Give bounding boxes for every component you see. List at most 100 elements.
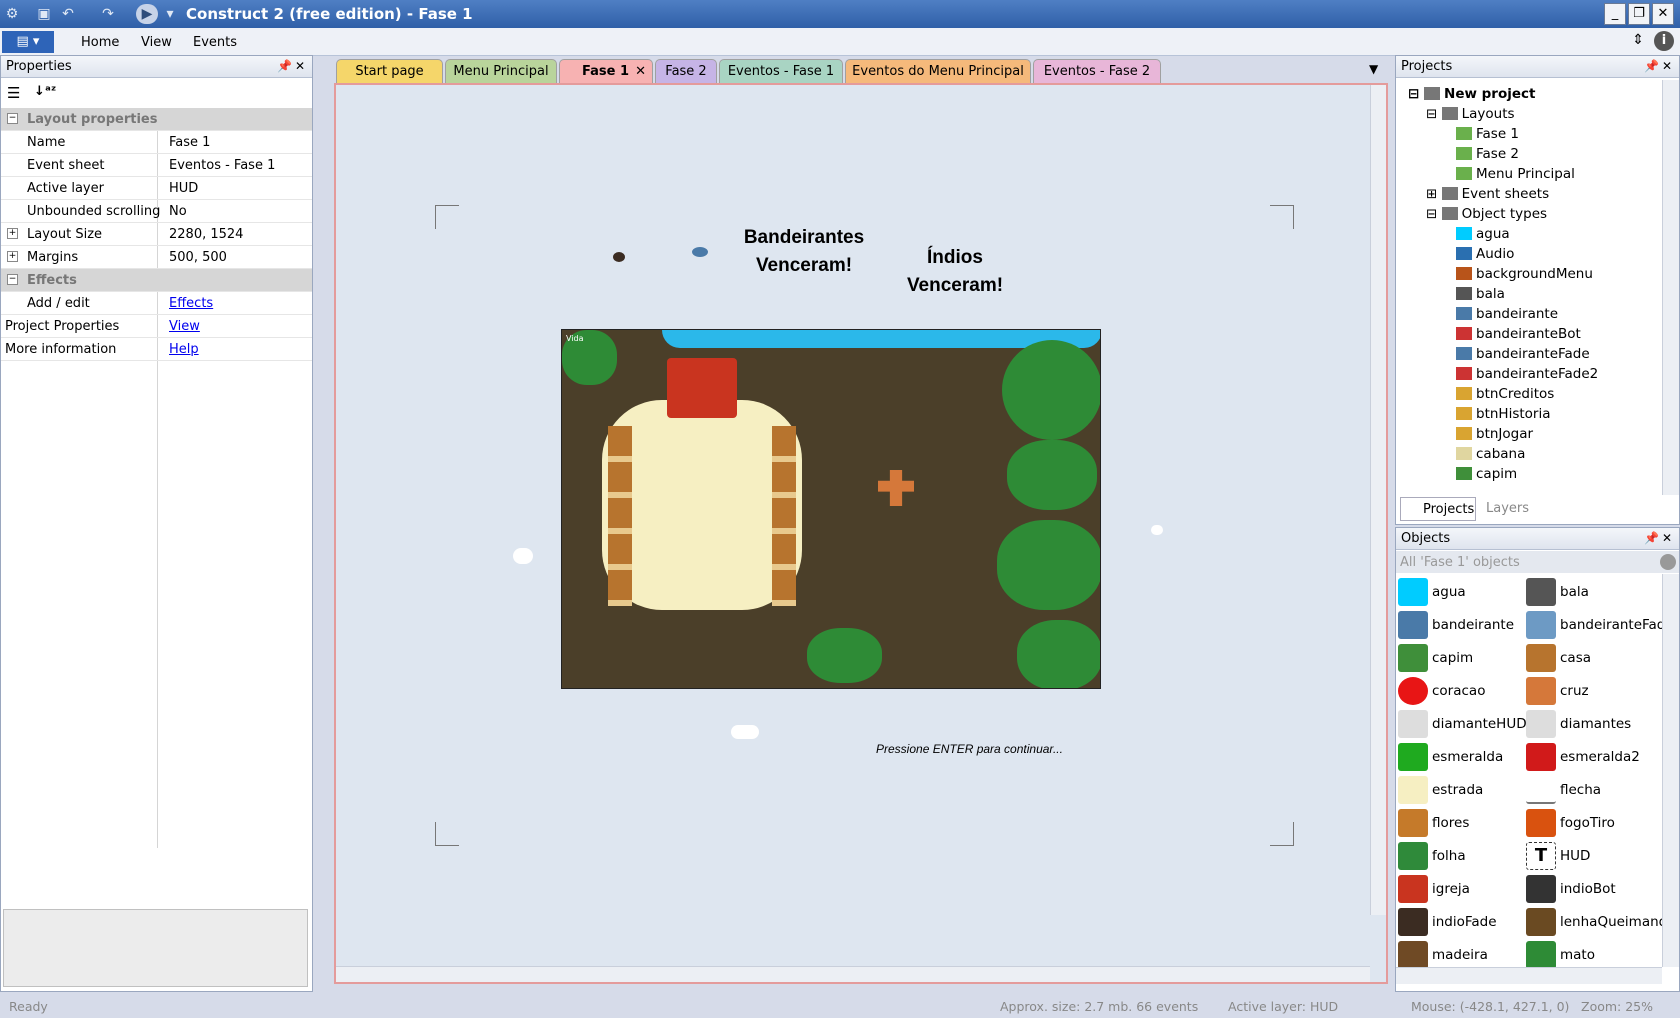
pin-icon[interactable]: 📌 [277,59,292,73]
tree-item-layout[interactable]: Menu Principal [1456,166,1575,182]
object-item[interactable]: diamanteHUD [1398,710,1527,738]
tree-item-object[interactable]: bandeiranteFade2 [1456,366,1598,382]
tree-item-object[interactable]: bandeirante [1456,306,1558,322]
tree-item-layout[interactable]: Fase 2 [1456,146,1519,162]
bandeirantes-win-text[interactable]: Bandeirantes Venceram! [729,224,879,280]
tab-close-icon[interactable]: ✕ [635,60,646,83]
object-item[interactable]: bandeirante [1398,611,1514,639]
mato-sprite[interactable] [1017,620,1100,688]
effects-link[interactable]: Effects [169,296,213,311]
tree-item-object[interactable]: agua [1456,226,1510,242]
object-item[interactable]: esmeralda [1398,743,1503,771]
tree-item-object[interactable]: Audio [1456,246,1514,262]
panel-close-icon[interactable]: ✕ [1662,59,1672,73]
object-item[interactable]: bala [1526,578,1589,606]
cloud-sprite[interactable] [731,725,759,739]
projects-scrollbar[interactable] [1662,80,1679,495]
undo-icon[interactable]: ↶ [58,4,78,24]
tree-item-object[interactable]: capim [1456,466,1517,482]
tree-folder-event-sheets[interactable]: ⊞ Event sheets [1426,186,1549,202]
object-item[interactable]: flores [1398,809,1469,837]
tab-eventos-menu-principal[interactable]: Eventos do Menu Principal [845,59,1031,83]
property-row-margins[interactable]: + Margins 500, 500 [1,246,312,269]
pin-icon[interactable]: 📌 [1644,531,1659,545]
tab-eventos-fase-1[interactable]: Eventos - Fase 1 [719,59,843,83]
filter-options-icon[interactable] [1660,554,1676,570]
object-item[interactable]: esmeralda2 [1526,743,1640,771]
objects-vertical-scrollbar[interactable] [1662,574,1679,967]
game-map[interactable]: Vida [561,329,1101,689]
object-item[interactable]: fogoTiro [1526,809,1615,837]
cruz-sprite[interactable] [878,470,914,506]
object-item[interactable]: coracao [1398,677,1485,705]
property-value[interactable]: 500, 500 [169,250,227,265]
tree-root[interactable]: ⊟ New project [1408,86,1535,102]
property-row-unbounded-scrolling[interactable]: Unbounded scrolling No [1,200,312,223]
ribbon-collapse-icon[interactable]: ⇕ [1632,32,1644,48]
property-row-add-edit[interactable]: Add / edit Effects [1,292,312,315]
property-row-name[interactable]: Name Fase 1 [1,131,312,154]
cloud-sprite[interactable] [513,548,533,564]
object-item[interactable]: madeira [1398,941,1488,967]
expand-icon[interactable]: + [7,251,18,262]
igreja-sprite[interactable] [667,358,737,418]
property-value[interactable]: 2280, 1524 [169,227,243,242]
tab-start-page[interactable]: Start page [336,59,443,83]
tree-item-object[interactable]: bala [1456,286,1505,302]
tab-menu-principal[interactable]: Menu Principal [445,59,557,83]
view-link[interactable]: View [169,319,200,334]
property-row-project-properties[interactable]: Project Properties View [1,315,312,338]
close-button[interactable]: ✕ [1652,3,1674,25]
continue-prompt-text[interactable]: Pressione ENTER para continuar... [876,742,1063,756]
object-item[interactable]: T HUD [1526,842,1590,870]
tree-item-object[interactable]: bandeiranteBot [1456,326,1581,342]
tab-list-dropdown-icon[interactable]: ▼ [1369,62,1378,76]
tree-item-object[interactable]: btnHistoria [1456,406,1550,422]
object-item[interactable]: igreja [1398,875,1470,903]
editor-vertical-scrollbar[interactable] [1370,85,1386,915]
cloud-sprite[interactable] [1151,525,1163,535]
object-item[interactable]: flecha [1526,776,1601,804]
redo-icon[interactable]: ↷ [98,4,118,24]
property-value[interactable]: Eventos - Fase 1 [169,158,275,173]
tree-folder-layouts[interactable]: ⊟ Layouts [1426,106,1515,122]
mato-sprite[interactable] [807,628,882,683]
help-link[interactable]: Help [169,342,199,357]
property-row-layout-size[interactable]: + Layout Size 2280, 1524 [1,223,312,246]
minimize-button[interactable]: _ [1604,3,1626,25]
tab-eventos-fase-2[interactable]: Eventos - Fase 2 [1033,59,1161,83]
object-item[interactable]: casa [1526,644,1591,672]
collapse-icon[interactable]: − [7,113,18,124]
app-menu-button[interactable]: ▤ ▾ [2,31,54,53]
category-effects[interactable]: − Effects [1,269,312,292]
panel-close-icon[interactable]: ✕ [1662,531,1672,545]
projects-bottom-tab[interactable]: Projects [1400,497,1476,521]
property-value[interactable]: No [169,204,187,219]
expand-icon[interactable]: + [7,228,18,239]
ribbon-tab-events[interactable]: Events [193,35,237,50]
tree-item-object[interactable]: btnJogar [1456,426,1533,442]
object-item[interactable]: bandeiranteFade [1526,611,1662,639]
pin-icon[interactable]: 📌 [1644,59,1659,73]
objects-filter[interactable]: All 'Fase 1' objects [1396,551,1679,573]
object-item[interactable]: cruz [1526,677,1589,705]
restore-button[interactable]: ❐ [1628,3,1650,25]
categorized-sort-icon[interactable]: ☰ [7,84,20,102]
indios-win-text[interactable]: Índios Venceram! [880,244,1030,300]
ribbon-tab-view[interactable]: View [141,35,172,50]
object-item[interactable]: diamantes [1526,710,1631,738]
info-icon[interactable]: i [1654,31,1674,51]
mato-sprite[interactable] [1002,340,1100,440]
tree-item-layout[interactable]: Fase 1 [1456,126,1519,142]
category-layout-properties[interactable]: − Layout properties [1,108,312,131]
tree-folder-object-types[interactable]: ⊟ Object types [1426,206,1547,222]
object-item[interactable]: mato [1526,941,1595,967]
object-item[interactable]: indioBot [1526,875,1616,903]
objects-horizontal-scrollbar[interactable] [1396,967,1662,984]
tab-fase-1[interactable]: Fase 1 ✕ [559,59,653,83]
mato-sprite[interactable] [997,520,1100,610]
tab-fase-2[interactable]: Fase 2 [655,59,717,83]
bandeirante-sprite[interactable] [692,247,708,257]
object-item[interactable]: agua [1398,578,1466,606]
editor-horizontal-scrollbar[interactable] [336,966,1370,982]
